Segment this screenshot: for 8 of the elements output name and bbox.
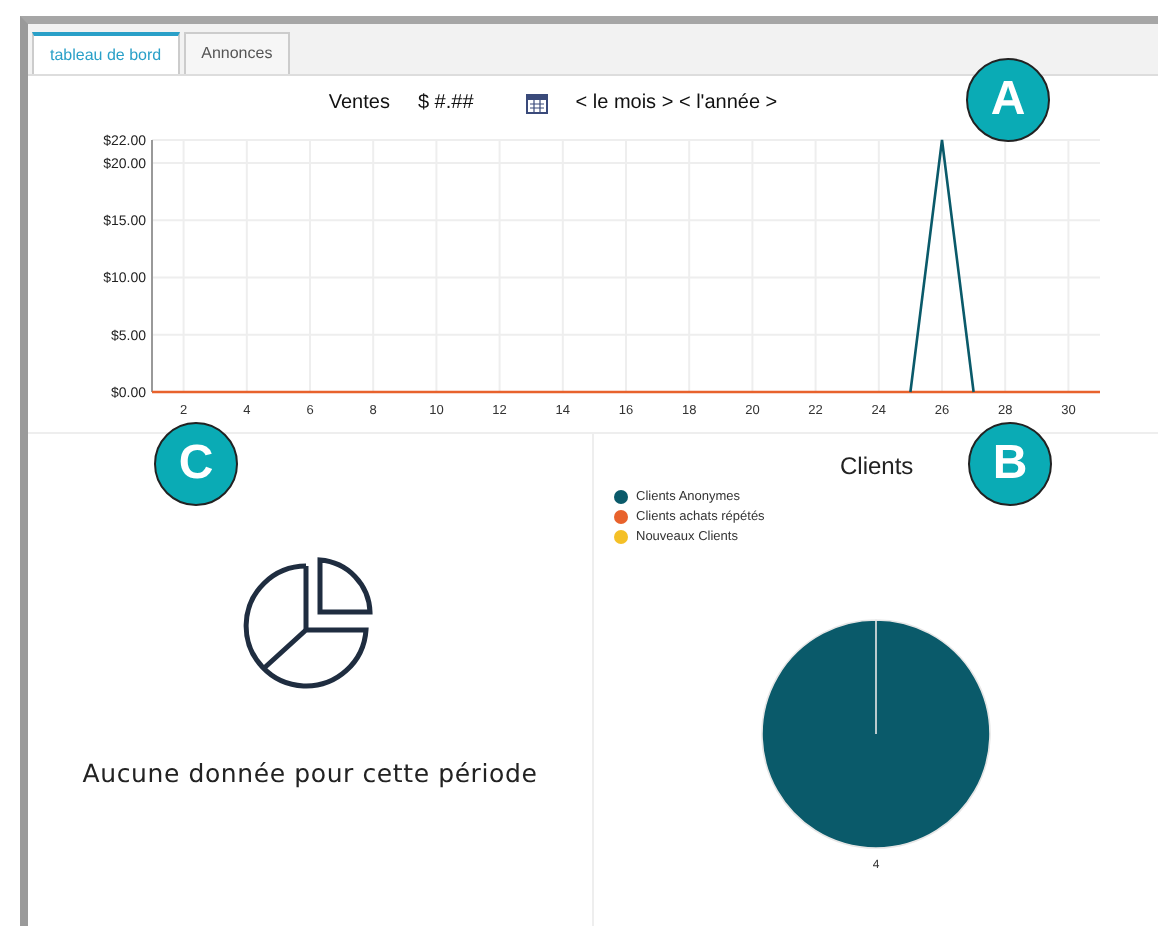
- calendar-icon[interactable]: [525, 91, 548, 113]
- pie-chart-icon: [242, 554, 378, 690]
- chart-title: Clients: [840, 452, 914, 480]
- sales-amount: $ #.##: [417, 91, 474, 113]
- tab[interactable]: Annonces: [183, 32, 291, 74]
- sales-label: Ventes: [328, 91, 390, 113]
- period-selector[interactable]: < le mois > < l'année >: [575, 91, 778, 113]
- empty-message: Aucune donnée pour cette période: [82, 758, 538, 788]
